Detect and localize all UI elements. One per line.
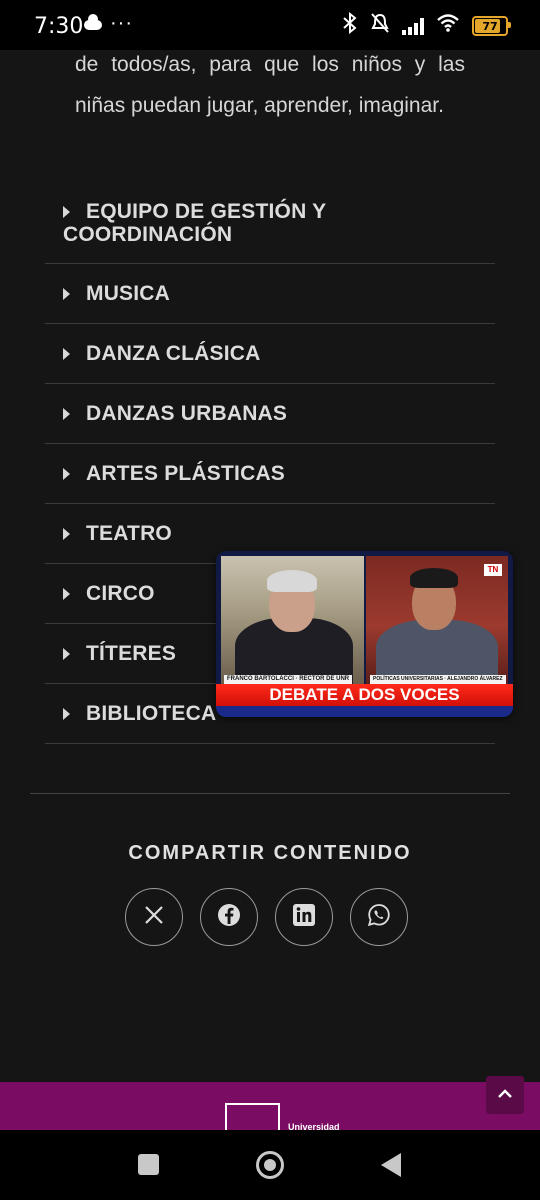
recents-button[interactable] (138, 1154, 159, 1175)
cloud-icon (84, 14, 102, 30)
accordion-item-danzas-urbanas[interactable]: DANZAS URBANAS (45, 384, 495, 444)
status-bar: 7:30 ··· 77 (0, 0, 540, 50)
accordion-item-label: MUSICA (86, 281, 171, 305)
accordion-item-label: DANZA CLÁSICA (86, 341, 261, 365)
accordion-item-label: EQUIPO DE GESTIÓN Y COORDINACIÓN (63, 200, 326, 246)
share-facebook-button[interactable] (200, 888, 258, 946)
floating-video-player[interactable]: TN FRANCO BARTOLACCI · RECTOR DE UNR POL… (216, 551, 513, 717)
chevron-up-icon (498, 1086, 512, 1104)
facebook-icon (217, 903, 241, 932)
accordion-item-label: ARTES PLÁSTICAS (86, 461, 286, 485)
accordion-item-label: DANZAS URBANAS (86, 401, 288, 425)
battery-level: 77 (482, 19, 498, 33)
video-frame-right: TN (366, 556, 508, 688)
caret-right-icon (63, 206, 70, 218)
caret-right-icon (63, 287, 70, 300)
scroll-to-top-button[interactable] (486, 1076, 524, 1114)
share-title: COMPARTIR CONTENIDO (128, 842, 412, 864)
channel-logo: TN (484, 564, 502, 576)
accordion-item-label: TEATRO (86, 521, 172, 545)
video-frame-left (221, 556, 364, 688)
accordion-item-label: TÍTERES (86, 641, 177, 665)
system-navigation-bar (0, 1130, 540, 1200)
intro-line-1: de todos/as, para que los niños y las (75, 53, 465, 76)
caret-right-icon (63, 407, 70, 420)
university-logo (225, 1103, 280, 1130)
caret-right-icon (63, 647, 70, 660)
caret-right-icon (63, 467, 70, 480)
share-linkedin-button[interactable] (275, 888, 333, 946)
speaker-left-hair (267, 570, 317, 592)
status-time: 7:30 (34, 14, 84, 39)
more-notifications-icon: ··· (110, 12, 133, 34)
home-button[interactable] (256, 1151, 284, 1179)
caret-right-icon (63, 527, 70, 540)
share-x-button[interactable] (125, 888, 183, 946)
battery-icon: 77 (472, 16, 511, 36)
accordion-item-label: CIRCO (86, 581, 155, 605)
bluetooth-icon (342, 11, 358, 40)
section-divider (30, 793, 510, 794)
share-buttons (125, 888, 408, 946)
video-banner: DEBATE A DOS VOCES (216, 684, 513, 706)
speaker-left-tag: FRANCO BARTOLACCI · RECTOR DE UNR (224, 675, 353, 684)
video-ticker (216, 706, 513, 717)
share-whatsapp-button[interactable] (350, 888, 408, 946)
accordion-item-musica[interactable]: MUSICA (45, 264, 495, 324)
linkedin-icon (293, 903, 315, 931)
accordion-item-label: BIBLIOTECA (86, 701, 217, 725)
signal-icon (402, 17, 424, 35)
accordion-item-danza-clasica[interactable]: DANZA CLÁSICA (45, 324, 495, 384)
speaker-right-hair (410, 568, 458, 588)
intro-line-2: niñas puedan jugar, aprender, imaginar. (75, 94, 444, 117)
whatsapp-icon (367, 903, 391, 932)
caret-right-icon (63, 347, 70, 360)
wifi-icon (436, 13, 460, 39)
speaker-right-tag: POLÍTICAS UNIVERSITARIAS · ALEJANDRO ÁLV… (370, 675, 506, 684)
x-icon (144, 905, 164, 930)
site-footer: Universidad (0, 1082, 540, 1132)
caret-right-icon (63, 707, 70, 720)
intro-paragraph: de todos/as, para que los niños y las ni… (75, 44, 465, 126)
accordion-item-equipo[interactable]: EQUIPO DE GESTIÓN Y COORDINACIÓN (45, 182, 495, 264)
back-button[interactable] (381, 1153, 401, 1177)
caret-right-icon (63, 587, 70, 600)
mute-icon (370, 12, 390, 40)
accordion-item-artes-plasticas[interactable]: ARTES PLÁSTICAS (45, 444, 495, 504)
